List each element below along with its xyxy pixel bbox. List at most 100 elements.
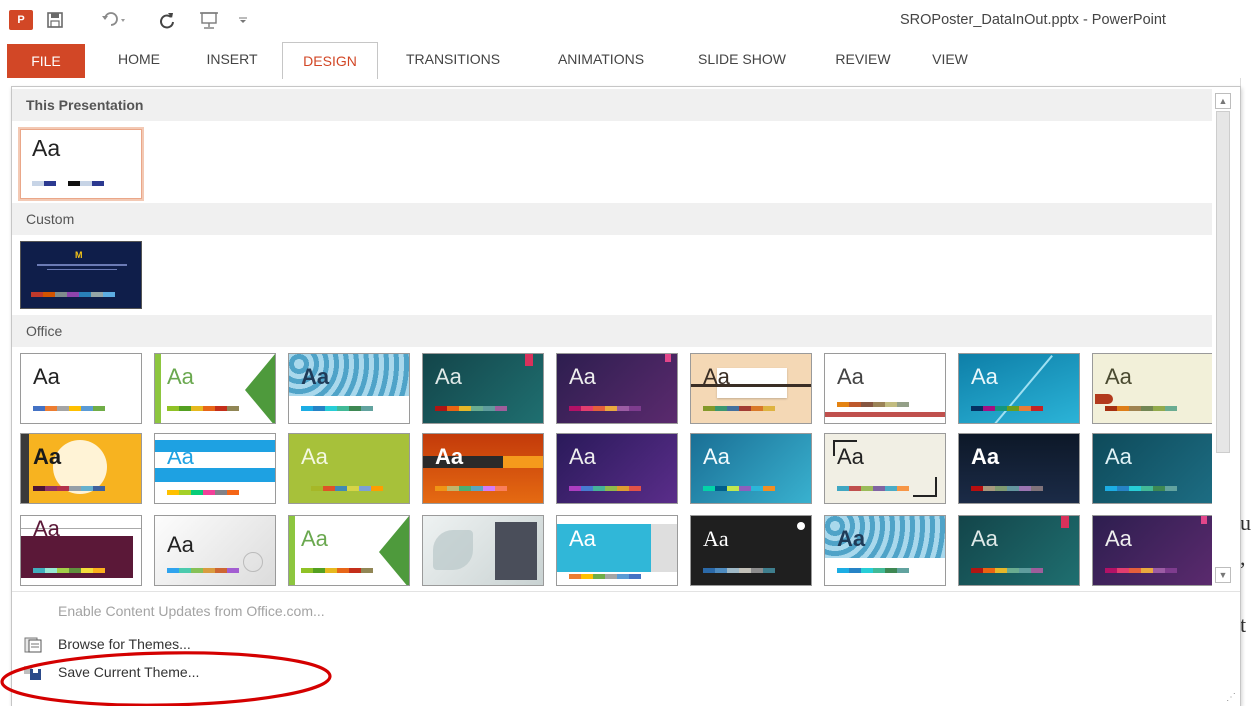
theme-preview-text: Aa [569, 364, 596, 389]
color-swatches [971, 486, 1043, 491]
customize-qat-icon[interactable] [236, 9, 250, 31]
theme-preview-text: Aa [837, 364, 864, 389]
theme-thumbnail-current[interactable]: Aa [18, 127, 144, 201]
theme-preview-text: Aa [703, 364, 730, 389]
scroll-thumb[interactable] [1216, 111, 1230, 453]
theme-thumbnail-retrospect[interactable]: Aa [824, 353, 946, 424]
theme-thumbnail-banded[interactable]: Aa [154, 433, 276, 504]
themes-gallery: This Presentation Aa Custom M Office Aa [11, 86, 1241, 706]
color-swatches [167, 568, 239, 573]
tab-home[interactable]: HOME [100, 40, 178, 78]
theme-thumbnail-savon[interactable]: Aa [1092, 433, 1212, 504]
section-header-custom: Custom [12, 203, 1212, 235]
theme-thumbnail-circuit[interactable]: Aa [690, 433, 812, 504]
color-swatches [32, 181, 104, 186]
powerpoint-logo-icon[interactable]: P [9, 10, 33, 30]
save-current-theme-command[interactable]: Save Current Theme... [58, 664, 199, 680]
theme-thumbnail-dividend[interactable]: Aa [20, 433, 142, 504]
theme-accent-tab [525, 354, 533, 366]
theme-thumbnail-vapor-trail[interactable] [422, 515, 544, 586]
theme-preview-text: Aa [301, 526, 328, 551]
theme-leaf [433, 530, 473, 570]
theme-thumbnail-gallery[interactable]: Aa [690, 515, 812, 586]
scroll-up-button[interactable]: ▲ [1215, 93, 1231, 109]
theme-thumbnail-integral-blue[interactable]: Aa [824, 515, 946, 586]
theme-thumbnail-droplet[interactable]: Aa [154, 515, 276, 586]
theme-thumbnail-ion-boardroom[interactable]: Aa [556, 353, 678, 424]
tab-review[interactable]: REVIEW [820, 40, 906, 78]
gallery-scrollbar[interactable]: ▲ ▼ [1212, 89, 1234, 589]
resize-grip-icon[interactable]: ⋰ [1226, 692, 1236, 703]
present-from-start-icon[interactable] [197, 9, 223, 31]
section-header-office: Office [12, 315, 1212, 347]
theme-preview-text: Aa [703, 526, 729, 551]
theme-bottom-bar [825, 412, 945, 417]
theme-preview-text: Aa [1105, 364, 1132, 389]
theme-accent-tab [1201, 516, 1207, 524]
color-swatches [33, 406, 105, 411]
theme-preview-text: Aa [301, 444, 328, 469]
redo-icon[interactable] [156, 9, 178, 31]
custom-theme-logo: M [75, 250, 83, 260]
browse-themes-command[interactable]: Browse for Themes... [58, 636, 191, 652]
theme-thumbnail-integral[interactable]: Aa [288, 353, 410, 424]
theme-preview-text: Aa [1105, 444, 1132, 469]
window-title: SROPoster_DataInOut.pptx - PowerPoint [900, 12, 1166, 28]
color-swatches [569, 486, 641, 491]
theme-thumbnail-office[interactable]: Aa [20, 353, 142, 424]
theme-thumbnail-depth[interactable]: Aa [20, 515, 142, 586]
color-swatches [837, 486, 909, 491]
theme-thumbnail-custom[interactable]: M [20, 241, 142, 309]
theme-thumbnail-facet[interactable]: Aa [154, 353, 276, 424]
color-swatches [1105, 406, 1177, 411]
theme-thumbnail-organic[interactable]: Aa [690, 353, 812, 424]
color-swatches [971, 406, 1043, 411]
themes-gallery-list: This Presentation Aa Custom M Office Aa [12, 87, 1212, 591]
save-icon[interactable] [44, 9, 66, 31]
background-glyph: u [1240, 510, 1251, 535]
theme-thumbnail-berlin[interactable]: Aa [422, 433, 544, 504]
color-swatches [435, 486, 507, 491]
theme-preview-text: Aa [167, 532, 194, 557]
theme-preview-text: Aa [569, 526, 596, 551]
gallery-commands: Enable Content Updates from Office.com..… [12, 591, 1240, 706]
theme-thumbnail-basis[interactable]: Aa [288, 433, 410, 504]
section-header-this-presentation: This Presentation [12, 89, 1212, 121]
theme-preview-text: Aa [167, 364, 194, 389]
theme-thumbnail-wisp[interactable]: Aa [1092, 353, 1212, 424]
theme-frame-corner [913, 477, 937, 497]
theme-accent-bar [155, 354, 161, 423]
theme-thumbnail-ion-boardroom-variant[interactable]: Aa [1092, 515, 1212, 586]
theme-accent-tab [665, 354, 671, 362]
theme-thumbnail-quotable[interactable]: Aa [556, 515, 678, 586]
theme-thumbnail-slice[interactable]: Aa [958, 353, 1080, 424]
save-theme-icon [24, 665, 42, 681]
color-swatches [703, 486, 775, 491]
color-swatches [31, 292, 115, 297]
tab-view[interactable]: VIEW [920, 40, 980, 78]
theme-thumbnail-facet-green[interactable]: Aa [288, 515, 410, 586]
theme-thumbnail-frame[interactable]: Aa [824, 433, 946, 504]
tab-slide-show[interactable]: SLIDE SHOW [680, 40, 804, 78]
tab-animations[interactable]: ANIMATIONS [536, 40, 666, 78]
color-swatches [703, 406, 775, 411]
theme-thumbnail-main-event[interactable]: Aa [958, 433, 1080, 504]
browse-themes-icon [24, 637, 42, 653]
theme-preview-text: Aa [837, 444, 864, 469]
color-swatches [837, 402, 909, 407]
color-swatches [301, 406, 373, 411]
scroll-down-button[interactable]: ▼ [1215, 567, 1231, 583]
tab-file[interactable]: FILE [7, 44, 85, 78]
undo-icon[interactable] [100, 9, 130, 31]
theme-preview-text: Aa [971, 364, 998, 389]
color-swatches [167, 490, 239, 495]
tab-insert[interactable]: INSERT [193, 40, 271, 78]
theme-preview-text: Aa [33, 516, 60, 541]
theme-preview-text: Aa [971, 526, 998, 551]
tab-design[interactable]: DESIGN [282, 42, 378, 79]
theme-thumbnail-ion-variant[interactable]: Aa [958, 515, 1080, 586]
theme-thumbnail-celestial[interactable]: Aa [556, 433, 678, 504]
color-swatches [1105, 568, 1177, 573]
theme-thumbnail-ion[interactable]: Aa [422, 353, 544, 424]
tab-transitions[interactable]: TRANSITIONS [388, 40, 518, 78]
